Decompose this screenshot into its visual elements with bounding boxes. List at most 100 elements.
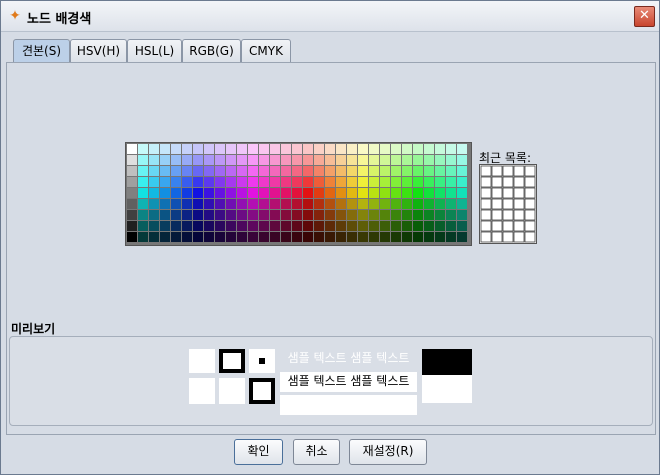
swatch-cell[interactable] [413,166,423,176]
swatch-cell[interactable] [248,155,258,165]
swatch-cell[interactable] [457,221,467,231]
tab-swatches[interactable]: 견본(S) [13,39,70,63]
swatch-cell[interactable] [424,221,434,231]
swatch-cell[interactable] [193,188,203,198]
swatch-cell[interactable] [204,155,214,165]
swatch-cell[interactable] [204,188,214,198]
swatch-cell[interactable] [347,155,357,165]
swatch-cell[interactable] [380,221,390,231]
swatch-cell[interactable] [138,210,148,220]
swatch-cell[interactable] [171,166,181,176]
swatch-cell[interactable] [160,199,170,209]
swatch-cell[interactable] [303,155,313,165]
swatch-cell[interactable] [413,177,423,187]
swatch-cell[interactable] [303,144,313,154]
swatch-cell[interactable] [182,221,192,231]
swatch-cell[interactable] [292,188,302,198]
swatch-cell[interactable] [182,144,192,154]
swatch-cell[interactable] [303,177,313,187]
swatch-cell[interactable] [259,144,269,154]
swatch-cell[interactable] [248,166,258,176]
swatch-cell[interactable] [215,199,225,209]
swatch-cell[interactable] [149,188,159,198]
swatch-cell[interactable] [292,166,302,176]
swatch-cell[interactable] [413,210,423,220]
swatch-cell[interactable] [424,144,434,154]
swatch-cell[interactable] [193,177,203,187]
swatch-cell[interactable] [127,155,137,165]
swatch-cell[interactable] [457,232,467,242]
swatch-cell[interactable] [281,188,291,198]
swatch-cell[interactable] [358,199,368,209]
swatch-cell[interactable] [193,232,203,242]
swatch-cell[interactable] [193,155,203,165]
swatch-cell[interactable] [358,166,368,176]
swatch-cell[interactable] [369,166,379,176]
swatch-cell[interactable] [215,155,225,165]
swatch-cell[interactable] [182,188,192,198]
swatch-cell[interactable] [347,221,357,231]
swatch-cell[interactable] [281,221,291,231]
swatch-cell[interactable] [237,232,247,242]
swatch-cell[interactable] [171,177,181,187]
recent-swatch-cell[interactable] [524,165,536,177]
swatch-cell[interactable] [413,232,423,242]
swatch-cell[interactable] [281,210,291,220]
swatch-cell[interactable] [314,166,324,176]
swatch-cell[interactable] [369,177,379,187]
recent-swatch-cell[interactable] [524,209,536,221]
swatch-cell[interactable] [204,177,214,187]
swatch-cell[interactable] [259,177,269,187]
swatch-cell[interactable] [391,155,401,165]
swatch-cell[interactable] [325,144,335,154]
swatch-cell[interactable] [160,232,170,242]
swatch-cell[interactable] [424,166,434,176]
swatch-cell[interactable] [138,155,148,165]
swatch-cell[interactable] [457,155,467,165]
swatch-cell[interactable] [215,221,225,231]
swatch-cell[interactable] [380,177,390,187]
swatch-cell[interactable] [138,188,148,198]
swatch-cell[interactable] [292,232,302,242]
swatch-cell[interactable] [303,166,313,176]
swatch-cell[interactable] [149,144,159,154]
swatch-cell[interactable] [336,144,346,154]
swatch-cell[interactable] [446,221,456,231]
swatch-cell[interactable] [369,210,379,220]
swatch-cell[interactable] [204,232,214,242]
swatch-cell[interactable] [292,155,302,165]
swatch-cell[interactable] [149,221,159,231]
swatch-cell[interactable] [325,155,335,165]
swatch-cell[interactable] [402,188,412,198]
recent-swatch-cell[interactable] [480,220,492,232]
swatch-cell[interactable] [435,221,445,231]
swatch-cell[interactable] [358,188,368,198]
tab-hsl[interactable]: HSL(L) [127,39,182,62]
swatch-cell[interactable] [402,221,412,231]
recent-swatch-cell[interactable] [513,198,525,210]
swatch-cell[interactable] [292,177,302,187]
swatch-cell[interactable] [281,199,291,209]
recent-swatch-cell[interactable] [513,165,525,177]
recent-swatch-cell[interactable] [491,209,503,221]
swatch-cell[interactable] [303,188,313,198]
swatch-cell[interactable] [424,188,434,198]
swatch-cell[interactable] [402,177,412,187]
swatch-cell[interactable] [336,166,346,176]
swatch-cell[interactable] [303,199,313,209]
swatch-cell[interactable] [182,166,192,176]
swatch-cell[interactable] [270,188,280,198]
swatch-cell[interactable] [380,155,390,165]
swatch-cell[interactable] [314,221,324,231]
swatch-cell[interactable] [226,155,236,165]
recent-swatch-cell[interactable] [491,187,503,199]
recent-swatch-cell[interactable] [491,220,503,232]
swatch-cell[interactable] [270,144,280,154]
swatch-cell[interactable] [457,199,467,209]
swatch-cell[interactable] [391,177,401,187]
swatch-cell[interactable] [303,210,313,220]
swatch-cell[interactable] [380,210,390,220]
swatch-cell[interactable] [413,221,423,231]
swatch-cell[interactable] [226,166,236,176]
swatch-cell[interactable] [292,210,302,220]
